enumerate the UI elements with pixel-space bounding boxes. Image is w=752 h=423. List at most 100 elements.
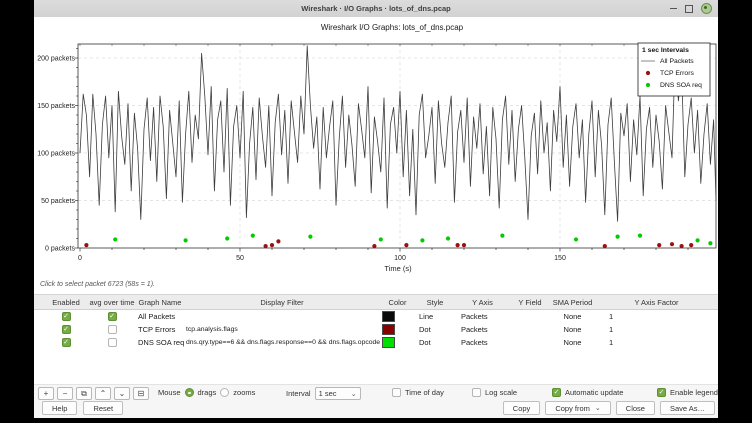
graph-row-tcp-errors[interactable]: ✓ TCP Errorstcp.analysis.flags DotPackets N… xyxy=(34,323,718,336)
column-header-y-axis[interactable]: Y Axis xyxy=(455,298,510,307)
chevron-down-icon: ⌄ xyxy=(351,390,357,398)
time-of-day-checkbox[interactable] xyxy=(392,388,401,397)
chart-canvas[interactable]: Wireshark I/O Graphs: lots_of_dns.pcap 0 … xyxy=(34,17,718,279)
color-swatch[interactable] xyxy=(382,311,395,322)
title-bar[interactable]: Wireshark · I/O Graphs · lots_of_dns.pca… xyxy=(34,0,718,18)
interval-dropdown[interactable]: 1 sec ⌄ xyxy=(315,387,361,400)
tcp-errors-dot xyxy=(689,243,693,247)
tcp-errors-dot xyxy=(657,243,661,247)
enable-legend-label: Enable legend xyxy=(670,388,718,397)
sma-period-cell[interactable]: None xyxy=(550,312,595,321)
close-button[interactable]: Close xyxy=(616,401,655,415)
y-tick-label: 100 packets xyxy=(37,151,75,158)
mouse-zooms-radio[interactable] xyxy=(220,388,229,397)
column-header-sma-period[interactable]: SMA Period xyxy=(550,298,595,307)
y-axis-factor-cell[interactable]: 1 xyxy=(595,338,718,347)
tcp-errors-dot xyxy=(372,244,376,248)
sma-period-cell[interactable]: None xyxy=(550,338,595,347)
log-scale-label: Log scale xyxy=(485,388,517,397)
io-graph-plot[interactable]: Wireshark I/O Graphs: lots_of_dns.pcap 0 … xyxy=(34,17,718,279)
x-tick-label: 0 xyxy=(78,255,82,262)
duplicate-button[interactable]: ⧉ xyxy=(76,387,92,400)
style-cell[interactable]: Dot xyxy=(415,338,455,347)
mouse-drags-label[interactable]: drags xyxy=(198,388,217,397)
y-axis-cell[interactable]: Packets xyxy=(455,325,510,334)
maximize-icon[interactable] xyxy=(685,5,693,13)
legend-entry-label: DNS SOA req xyxy=(660,82,702,89)
legend-entry-label: TCP Errors xyxy=(660,70,694,77)
legend-title: 1 sec Intervals xyxy=(642,47,689,54)
column-header-graph-name[interactable]: Graph Name xyxy=(136,298,184,307)
graph-name-cell[interactable]: All Packets xyxy=(136,312,184,321)
add-button[interactable]: + xyxy=(38,387,54,400)
graph-row-dns-soa-req[interactable]: ✓ DNS SOA reqdns.qry.type==6 && dns.flags… xyxy=(34,336,718,349)
save-as-button[interactable]: Save As… xyxy=(660,401,715,415)
automatic-update-checkbox[interactable]: ✓ xyxy=(552,388,561,397)
chart-legend: 1 sec IntervalsAll PacketsTCP ErrorsDNS … xyxy=(638,43,710,96)
enabled-checkbox[interactable]: ✓ xyxy=(62,338,71,347)
y-axis-factor-cell[interactable]: 1 xyxy=(595,312,718,321)
interval-label: Interval xyxy=(286,389,311,398)
copy-from-button[interactable]: Copy from ⌄ xyxy=(545,401,610,415)
style-cell[interactable]: Line xyxy=(415,312,455,321)
enabled-checkbox[interactable]: ✓ xyxy=(62,312,71,321)
enable-legend-checkbox[interactable]: ✓ xyxy=(657,388,666,397)
sma-period-cell[interactable]: None xyxy=(550,325,595,334)
display-filter-cell[interactable]: tcp.analysis.flags xyxy=(184,326,380,333)
enable-legend-option[interactable]: ✓ Enable legend xyxy=(657,388,718,397)
mouse-drags-radio[interactable] xyxy=(185,388,194,397)
y-tick-label: 0 packets xyxy=(45,246,75,253)
y-axis-cell[interactable]: Packets xyxy=(455,312,510,321)
y-axis-factor-cell[interactable]: 1 xyxy=(595,325,718,334)
log-scale-checkbox[interactable] xyxy=(472,388,481,397)
time-of-day-option[interactable]: Time of day xyxy=(392,388,444,397)
tcp-errors-dot xyxy=(462,243,466,247)
graphs-table: Enabledavg over timeGraph NameDisplay Fi… xyxy=(34,294,718,386)
move-up-button[interactable]: ⌃ xyxy=(95,387,111,400)
avg-over-time-checkbox[interactable] xyxy=(108,325,117,334)
color-swatch[interactable] xyxy=(382,337,395,348)
column-header-style[interactable]: Style xyxy=(415,298,455,307)
dns-soa-req-dot xyxy=(616,235,620,239)
column-header-display-filter[interactable]: Display Filter xyxy=(184,298,380,307)
column-header-y-field[interactable]: Y Field xyxy=(510,298,550,307)
automatic-update-option[interactable]: ✓ Automatic update xyxy=(552,388,623,397)
reset-button[interactable]: Reset xyxy=(83,401,123,415)
move-down-button[interactable]: ⌄ xyxy=(114,387,130,400)
display-filter-cell[interactable]: dns.qry.type==6 && dns.flags.response==0… xyxy=(184,339,380,346)
chart-title: Wireshark I/O Graphs: lots_of_dns.pcap xyxy=(321,23,464,32)
clear-button[interactable]: ⊟ xyxy=(133,387,149,400)
style-cell[interactable]: Dot xyxy=(415,325,455,334)
copy-button[interactable]: Copy xyxy=(503,401,541,415)
io-graphs-dialog: Wireshark · I/O Graphs · lots_of_dns.pca… xyxy=(34,0,718,417)
window-title: Wireshark · I/O Graphs · lots_of_dns.pca… xyxy=(301,4,451,13)
minimize-icon[interactable] xyxy=(670,8,677,10)
graph-toolbar: +−⧉⌃⌄⊟ Mouse drags zooms Interval 1 sec … xyxy=(34,387,718,402)
log-scale-option[interactable]: Log scale xyxy=(472,388,517,397)
x-tick-label: 150 xyxy=(554,255,566,262)
y-tick-label: 150 packets xyxy=(37,103,75,110)
y-axis-cell[interactable]: Packets xyxy=(455,338,510,347)
graph-row-all-packets[interactable]: ✓ ✓ All Packets LinePackets None1 xyxy=(34,310,718,323)
dns-soa-req-dot xyxy=(638,234,642,238)
column-header-color[interactable]: Color xyxy=(380,298,415,307)
avg-over-time-checkbox[interactable] xyxy=(108,338,117,347)
help-button[interactable]: Help xyxy=(42,401,77,415)
tcp-errors-dot xyxy=(84,243,88,247)
avg-over-time-checkbox[interactable]: ✓ xyxy=(108,312,117,321)
dns-soa-req-dot xyxy=(225,236,229,240)
graph-name-cell[interactable]: TCP Errors xyxy=(136,325,184,334)
remove-button[interactable]: − xyxy=(57,387,73,400)
column-header-y-axis-factor[interactable]: Y Axis Factor xyxy=(595,298,718,307)
graph-name-cell[interactable]: DNS SOA req xyxy=(136,338,184,347)
close-icon[interactable] xyxy=(701,3,712,14)
color-swatch[interactable] xyxy=(382,324,395,335)
enabled-checkbox[interactable]: ✓ xyxy=(62,325,71,334)
all-packets-line xyxy=(80,46,716,222)
dns-soa-req-dot xyxy=(184,238,188,242)
mouse-zooms-label[interactable]: zooms xyxy=(233,388,255,397)
column-header-avg-over-time[interactable]: avg over time xyxy=(88,298,136,307)
dns-soa-req-dot xyxy=(308,235,312,239)
column-header-enabled[interactable]: Enabled xyxy=(44,298,88,307)
chevron-down-icon: ⌄ xyxy=(595,404,601,412)
